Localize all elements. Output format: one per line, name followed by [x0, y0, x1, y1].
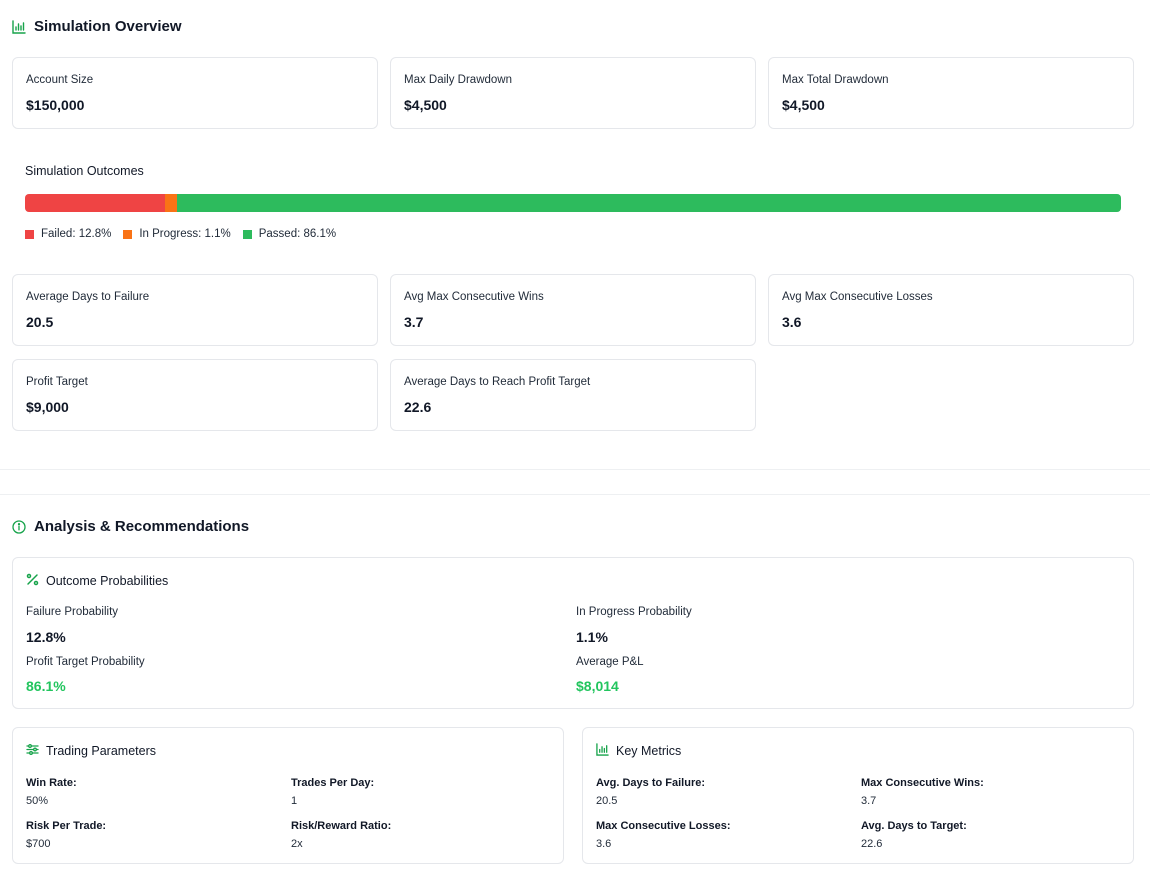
profit-target-card: Profit Target $9,000 — [12, 359, 378, 431]
max-total-drawdown-card: Max Total Drawdown $4,500 — [768, 57, 1134, 129]
max-consecutive-losses-label: Max Consecutive Losses: — [596, 820, 731, 832]
analysis-title: Analysis & Recommendations — [12, 518, 249, 535]
avg-days-to-failure-label: Avg. Days to Failure: — [596, 777, 706, 789]
avg-max-consecutive-losses-card: Avg Max Consecutive Losses 3.6 — [768, 274, 1134, 346]
panel-header: Key Metrics — [596, 743, 681, 759]
stat-value: $150,000 — [26, 97, 85, 113]
stat-value: $9,000 — [26, 399, 69, 415]
stat-value: 20.5 — [26, 314, 54, 330]
in-progress-probability-label: In Progress Probability — [576, 606, 692, 618]
percent-icon — [26, 573, 39, 589]
max-consecutive-wins-value: 3.7 — [861, 795, 877, 807]
panel-header: Outcome Probabilities — [26, 573, 168, 589]
trades-per-day-value: 1 — [291, 795, 298, 807]
legend-item-passed: Passed: 86.1% — [242, 228, 336, 240]
passed-segment — [177, 194, 1121, 212]
risk-reward-ratio-value: 2x — [291, 838, 303, 850]
stat-label: Avg Max Consecutive Losses — [782, 291, 933, 303]
risk-reward-ratio-label: Risk/Reward Ratio: — [291, 820, 392, 832]
stat-value: 22.6 — [404, 399, 432, 415]
stat-value: $4,500 — [782, 97, 825, 113]
stat-value: 3.6 — [782, 314, 802, 330]
legend-swatch — [25, 229, 34, 239]
avg-days-to-failure-card: Average Days to Failure 20.5 — [12, 274, 378, 346]
in-progress-segment — [165, 194, 178, 212]
stat-label: Avg Max Consecutive Wins — [404, 291, 544, 303]
stat-label: Profit Target — [26, 376, 88, 388]
sliders-icon — [26, 743, 39, 759]
stat-label: Max Daily Drawdown — [404, 74, 513, 86]
profit-target-probability-value: 86.1% — [26, 678, 66, 694]
panel-header: Trading Parameters — [26, 743, 156, 759]
info-circle-icon — [12, 519, 26, 534]
simulation-outcomes-title: Simulation Outcomes — [25, 164, 144, 178]
trades-per-day-label: Trades Per Day: — [291, 777, 375, 789]
trading-parameters-panel: Trading Parameters Win Rate: 50% Trades … — [12, 727, 564, 864]
avg-max-consecutive-wins-card: Avg Max Consecutive Wins 3.7 — [390, 274, 756, 346]
avg-days-to-profit-target-card: Average Days to Reach Profit Target 22.6 — [390, 359, 756, 431]
avg-days-to-failure-value: 20.5 — [596, 795, 618, 807]
failure-probability-value: 12.8% — [26, 629, 66, 645]
legend-item-failed: Failed: 12.8% — [25, 228, 111, 240]
bar-chart-icon — [596, 743, 609, 759]
outcome-probabilities-panel: Outcome Probabilities Failure Probabilit… — [12, 557, 1134, 709]
legend-swatch — [242, 229, 252, 239]
win-rate-label: Win Rate: — [26, 777, 77, 789]
account-size-card: Account Size $150,000 — [12, 57, 378, 129]
stat-value: $4,500 — [404, 97, 447, 113]
risk-per-trade-label: Risk Per Trade: — [26, 820, 107, 832]
average-pnl-label: Average P&L — [576, 656, 644, 668]
stat-value: 3.7 — [404, 314, 424, 330]
legend-swatch — [123, 229, 133, 239]
average-pnl-value: $8,014 — [576, 678, 619, 694]
section-divider — [0, 469, 1150, 470]
max-daily-drawdown-card: Max Daily Drawdown $4,500 — [390, 57, 756, 129]
legend-item-in-progress: In Progress: 1.1% — [123, 228, 231, 240]
max-consecutive-losses-value: 3.6 — [596, 838, 612, 850]
avg-days-to-target-label: Avg. Days to Target: — [861, 820, 967, 832]
failure-probability-label: Failure Probability — [26, 606, 119, 618]
section-divider — [0, 494, 1150, 495]
stat-label: Average Days to Failure — [26, 291, 150, 303]
stat-label: Average Days to Reach Profit Target — [404, 376, 591, 388]
max-consecutive-wins-label: Max Consecutive Wins: — [861, 777, 984, 789]
win-rate-value: 50% — [26, 795, 49, 807]
risk-per-trade-value: $700 — [26, 838, 51, 850]
outcomes-legend: Failed: 12.8% In Progress: 1.1% Passed: … — [25, 228, 336, 240]
stat-label: Max Total Drawdown — [782, 74, 889, 86]
simulation-overview-title: Simulation Overview — [12, 18, 182, 35]
key-metrics-panel: Key Metrics Avg. Days to Failure: 20.5 M… — [582, 727, 1134, 864]
profit-target-probability-label: Profit Target Probability — [26, 656, 145, 668]
stat-label: Account Size — [26, 74, 94, 86]
bar-chart-icon — [12, 19, 26, 34]
failed-segment — [25, 194, 166, 212]
avg-days-to-target-value: 22.6 — [861, 838, 883, 850]
in-progress-probability-value: 1.1% — [576, 629, 608, 645]
outcomes-progress-bar — [25, 194, 1121, 212]
